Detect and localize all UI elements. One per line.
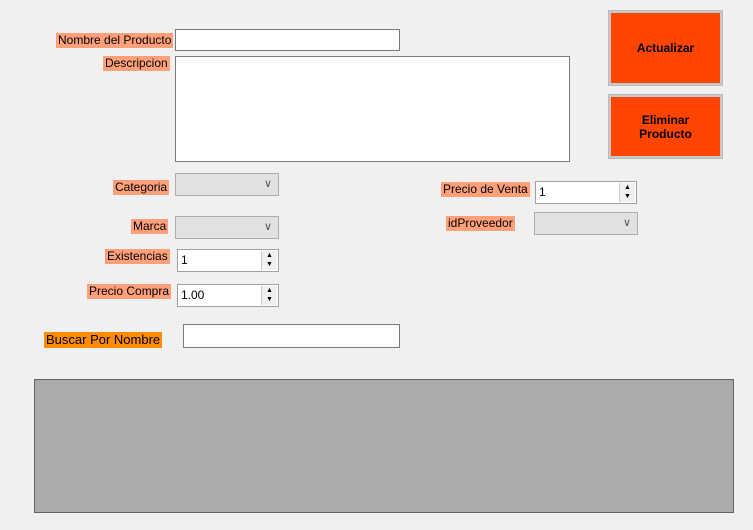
descripcion-input[interactable] — [175, 56, 570, 162]
id-proveedor-select[interactable]: ∨ — [534, 212, 638, 235]
precio-venta-label: Precio de Venta — [441, 182, 530, 197]
chevron-down-icon: ∨ — [263, 178, 272, 190]
chevron-down-icon: ∨ — [263, 221, 272, 233]
id-proveedor-label: idProveedor — [446, 216, 515, 231]
actualizar-button[interactable]: Actualizar — [608, 10, 723, 86]
marca-select[interactable]: ∨ — [175, 216, 279, 239]
spin-buttons[interactable]: ▲ ▼ — [261, 286, 277, 305]
eliminar-producto-button[interactable]: Eliminar Producto — [608, 94, 723, 159]
chevron-down-icon: ∨ — [622, 217, 631, 229]
precio-compra-value: 1.00 — [181, 288, 205, 302]
existencias-stepper[interactable]: 1 ▲ ▼ — [177, 249, 279, 272]
categoria-select[interactable]: ∨ — [175, 173, 279, 196]
buscar-label: Buscar Por Nombre — [44, 332, 163, 348]
nombre-label: Nombre del Producto — [56, 33, 174, 48]
precio-venta-value: 1 — [539, 185, 546, 199]
nombre-input[interactable] — [175, 29, 400, 51]
buscar-input[interactable] — [183, 324, 400, 348]
existencias-value: 1 — [181, 253, 188, 267]
spin-buttons[interactable]: ▲ ▼ — [619, 183, 635, 202]
categoria-label: Categoria — [113, 180, 170, 195]
precio-compra-label: Precio Compra — [87, 284, 172, 299]
spin-buttons[interactable]: ▲ ▼ — [261, 251, 277, 270]
precio-compra-stepper[interactable]: 1.00 ▲ ▼ — [177, 284, 279, 307]
descripcion-label: Descripcion — [103, 56, 170, 71]
precio-venta-stepper[interactable]: 1 ▲ ▼ — [535, 181, 637, 204]
marca-label: Marca — [131, 219, 169, 234]
existencias-label: Existencias — [105, 249, 170, 264]
productos-grid[interactable] — [34, 379, 734, 513]
